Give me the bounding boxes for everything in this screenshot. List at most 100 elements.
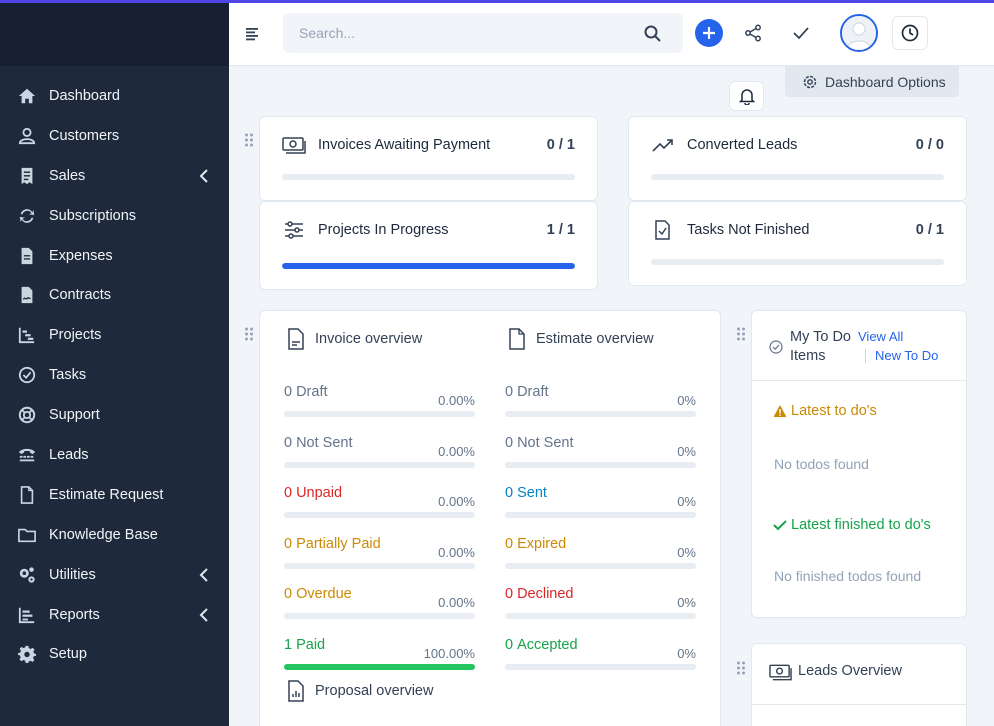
row-progress-bar	[505, 411, 696, 417]
row-label: 0 Declined	[505, 586, 574, 602]
drag-handle-icon[interactable]	[736, 661, 746, 675]
sidebar-item-estimate-request[interactable]: Estimate Request	[0, 475, 229, 515]
drag-handle-icon[interactable]	[244, 133, 254, 147]
share-button[interactable]	[742, 22, 764, 44]
row-label: 0 Accepted	[505, 637, 578, 653]
sidebar-menu: Dashboard Customers Sales Subscriptions …	[0, 66, 229, 674]
estimate-row-accepted[interactable]: 0 Accepted 0%	[505, 637, 696, 677]
chevron-left-icon	[199, 607, 208, 622]
sidebar-item-label: Contracts	[49, 287, 112, 304]
avatar[interactable]	[840, 14, 878, 52]
estimate-row-sent[interactable]: 0 Sent 0%	[505, 485, 696, 525]
sidebar-item-label: Reports	[49, 606, 100, 623]
sidebar-item-setup[interactable]: Setup	[0, 634, 229, 674]
sidebar-item-customers[interactable]: Customers	[0, 116, 229, 156]
search-icon[interactable]	[644, 25, 661, 42]
proposal-file-icon	[288, 680, 304, 702]
stat-card-invoices-awaiting: Invoices Awaiting Payment 0 / 1	[259, 116, 598, 201]
invoice-file-icon	[288, 328, 304, 350]
invoice-row-not-sent[interactable]: 0 Not Sent 0.00%	[284, 435, 475, 475]
sliders-icon	[285, 221, 303, 239]
row-percent: 0%	[677, 646, 696, 661]
quick-create-button[interactable]	[695, 19, 723, 47]
row-percent: 0.00%	[438, 494, 475, 509]
estimate-row-draft[interactable]: 0 Draft 0%	[505, 384, 696, 424]
sidebar-item-label: Subscriptions	[49, 207, 137, 224]
drag-handle-icon[interactable]	[736, 327, 746, 341]
progress-fill	[282, 263, 575, 269]
todo-title: My To Do Items	[790, 329, 851, 364]
row-percent: 0.00%	[438, 545, 475, 560]
row-progress-bar	[284, 411, 475, 417]
divider	[752, 380, 966, 381]
check-circle-icon	[769, 340, 783, 354]
invoice-row-overdue[interactable]: 0 Overdue 0.00%	[284, 586, 475, 626]
clock-icon	[901, 24, 919, 42]
stat-title: Tasks Not Finished	[687, 222, 810, 238]
leads-overview-title: Leads Overview	[798, 663, 902, 679]
todo-check-button[interactable]	[790, 22, 812, 44]
stat-title: Projects In Progress	[318, 222, 449, 238]
sidebar-item-leads[interactable]: Leads	[0, 435, 229, 475]
estimate-row-expired[interactable]: 0 Expired 0%	[505, 536, 696, 576]
plus-icon	[703, 27, 715, 39]
estimate-row-not-sent[interactable]: 0 Not Sent 0%	[505, 435, 696, 475]
row-percent: 0%	[677, 545, 696, 560]
stat-value: 1 / 1	[546, 222, 575, 238]
sidebar-item-reports[interactable]: Reports	[0, 595, 229, 635]
divider	[752, 704, 966, 705]
sidebar-item-tasks[interactable]: Tasks	[0, 355, 229, 395]
progress-fill	[284, 664, 475, 670]
money-bill-icon	[769, 664, 792, 681]
sidebar-item-expenses[interactable]: Expenses	[0, 236, 229, 276]
new-todo-link[interactable]: New To Do	[875, 348, 938, 363]
task-file-icon	[655, 220, 670, 240]
drag-handle-icon[interactable]	[244, 327, 254, 341]
sidebar-item-label: Leads	[49, 446, 89, 463]
invoice-overview-title: Invoice overview	[315, 331, 423, 347]
sidebar-item-dashboard[interactable]: Dashboard	[0, 76, 229, 116]
latest-todos-heading: Latest to do's	[773, 403, 877, 419]
invoice-row-unpaid[interactable]: 0 Unpaid 0.00%	[284, 485, 475, 525]
row-label: 0 Sent	[505, 485, 547, 501]
row-percent: 0.00%	[438, 595, 475, 610]
row-progress-bar	[284, 563, 475, 569]
sidebar-item-knowledge-base[interactable]: Knowledge Base	[0, 515, 229, 555]
estimate-overview-title: Estimate overview	[536, 331, 654, 347]
sidebar-item-utilities[interactable]: Utilities	[0, 555, 229, 595]
invoice-row-partially-paid[interactable]: 0 Partially Paid 0.00%	[284, 536, 475, 576]
row-label: 0 Expired	[505, 536, 567, 552]
row-percent: 0%	[677, 393, 696, 408]
sidebar-item-sales[interactable]: Sales	[0, 156, 229, 196]
search-box	[283, 13, 683, 53]
invoice-row-paid[interactable]: 1 Paid 100.00%	[284, 637, 475, 677]
row-progress-bar	[284, 613, 475, 619]
invoice-overview-heading[interactable]: Invoice overview	[286, 328, 422, 350]
document-icon	[17, 485, 37, 505]
sidebar-item-subscriptions[interactable]: Subscriptions	[0, 196, 229, 236]
sidebar-item-projects[interactable]: Projects	[0, 315, 229, 355]
invoice-row-draft[interactable]: 0 Draft 0.00%	[284, 384, 475, 424]
row-percent: 0.00%	[438, 444, 475, 459]
latest-todos-empty: No todos found	[774, 456, 869, 472]
dashboard-options-button[interactable]: Dashboard Options	[785, 66, 959, 97]
estimate-row-declined[interactable]: 0 Declined 0%	[505, 586, 696, 626]
row-progress-bar	[505, 462, 696, 468]
sidebar-item-contracts[interactable]: Contracts	[0, 275, 229, 315]
row-label: 0 Partially Paid	[284, 536, 381, 552]
estimate-overview-heading[interactable]: Estimate overview	[507, 328, 654, 350]
cogs-icon	[17, 565, 37, 585]
stat-card-converted-leads: Converted Leads 0 / 0	[628, 116, 967, 201]
sidebar-logo-area	[0, 3, 229, 66]
sidebar-item-support[interactable]: Support	[0, 395, 229, 435]
row-percent: 0.00%	[438, 393, 475, 408]
notifications-button[interactable]	[729, 81, 764, 111]
proposal-overview-heading[interactable]: Proposal overview	[286, 680, 433, 702]
sidebar-item-label: Tasks	[49, 367, 87, 384]
check-icon	[793, 27, 809, 40]
bell-icon	[738, 88, 755, 105]
search-input[interactable]	[283, 13, 623, 53]
timer-button[interactable]	[892, 16, 928, 50]
menu-toggle-icon[interactable]	[246, 27, 260, 41]
view-all-todos-link[interactable]: View All	[858, 329, 903, 344]
